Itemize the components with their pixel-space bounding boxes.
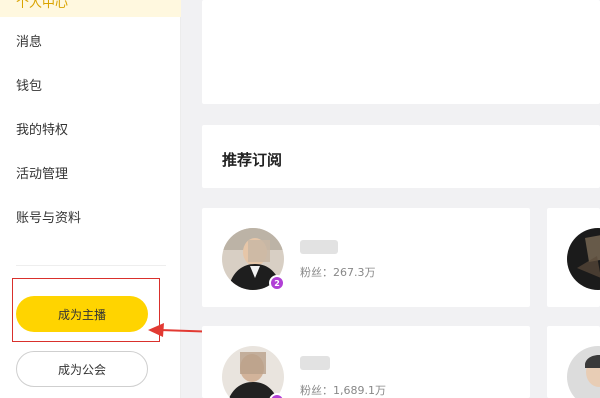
recommend-header: 推荐订阅 — [202, 125, 600, 188]
sidebar-item-account-profile[interactable]: 账号与资料 — [16, 207, 81, 226]
streamer-card[interactable]: 粉丝：1,689.1万 — [202, 326, 530, 398]
become-guild-button[interactable]: 成为公会 — [16, 351, 148, 387]
sidebar-item-activity-management[interactable]: 活动管理 — [16, 163, 68, 182]
fans-count: 粉丝：1,689.1万 — [300, 384, 386, 397]
sidebar-item-active[interactable]: 个人中心 — [0, 0, 181, 17]
avatar[interactable] — [567, 228, 600, 290]
streamer-card[interactable]: 2 粉丝：267.3万 — [202, 208, 530, 307]
level-badge — [269, 393, 285, 398]
fans-count: 粉丝：267.3万 — [300, 266, 376, 279]
level-badge: 2 — [269, 275, 285, 291]
content-panel — [202, 0, 600, 104]
streamer-name[interactable] — [300, 240, 338, 254]
sidebar-item-messages[interactable]: 消息 — [16, 31, 42, 50]
avatar[interactable] — [222, 346, 284, 398]
become-anchor-button[interactable]: 成为主播 — [16, 296, 148, 332]
sidebar-item-label: 个人中心 — [16, 0, 69, 11]
divider — [16, 265, 166, 266]
sidebar-item-wallet[interactable]: 钱包 — [16, 75, 42, 94]
avatar[interactable] — [567, 346, 600, 398]
section-title: 推荐订阅 — [222, 151, 283, 169]
streamer-name[interactable] — [300, 356, 330, 370]
sidebar-item-privileges[interactable]: 我的特权 — [16, 119, 68, 138]
streamer-card[interactable] — [547, 208, 600, 307]
streamer-card[interactable] — [547, 326, 600, 398]
